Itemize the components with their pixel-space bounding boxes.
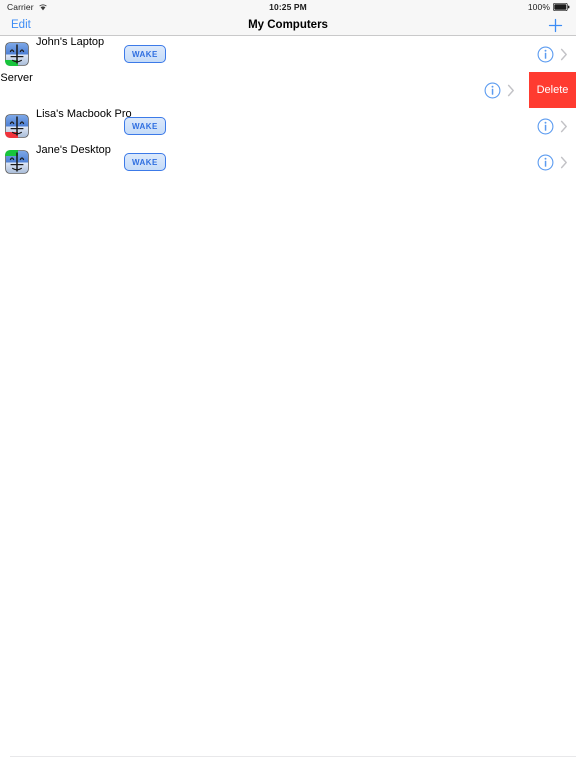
info-circle-icon[interactable] [484, 82, 501, 99]
chevron-right-icon [560, 120, 568, 133]
computers-list[interactable]: John's LaptopWAKES ServerDeleteLisa's Ma… [0, 36, 576, 768]
row-separator [10, 755, 576, 756]
empty-table-row [0, 216, 576, 252]
info-circle-icon[interactable] [537, 46, 554, 63]
empty-table-row [0, 576, 576, 612]
row-accessories [537, 36, 568, 72]
finder-face-icon [5, 114, 29, 138]
empty-table-row [0, 612, 576, 648]
add-computer-button[interactable] [544, 14, 566, 36]
computer-name-label: John's Laptop [36, 36, 105, 48]
empty-table-row [0, 432, 576, 468]
finder-face-icon [5, 150, 29, 174]
chevron-right-icon [560, 48, 568, 61]
wake-button[interactable]: WAKE [124, 117, 166, 135]
battery-full-icon [553, 3, 570, 11]
row-accessories [537, 108, 568, 144]
computer-name-label: Jane's Desktop [36, 144, 111, 156]
computer-name-label: Lisa's Macbook Pro [36, 108, 132, 120]
row-accessories [484, 72, 515, 108]
empty-table-row [0, 252, 576, 288]
empty-table-row [0, 180, 576, 216]
status-bar-time: 10:25 PM [269, 2, 307, 12]
status-bar: Carrier 10:25 PM 100% [0, 0, 576, 14]
empty-table-row [0, 360, 576, 396]
wake-button[interactable]: WAKE [124, 153, 166, 171]
table-row[interactable]: Lisa's Macbook Pro WAKE [0, 108, 576, 144]
row-content[interactable]: S Server [0, 72, 529, 108]
info-circle-icon[interactable] [537, 154, 554, 171]
empty-table-row [0, 648, 576, 684]
page-title: My Computers [248, 19, 328, 31]
table-row[interactable]: Jane's Desktop WAKE [0, 144, 576, 180]
info-circle-icon[interactable] [537, 118, 554, 135]
empty-table-row [0, 684, 576, 720]
status-bar-right: 100% [528, 2, 570, 12]
empty-table-row [0, 324, 576, 360]
empty-table-row [0, 540, 576, 576]
wake-button[interactable]: WAKE [124, 45, 166, 63]
empty-table-row [0, 288, 576, 324]
chevron-right-icon [507, 84, 515, 97]
app-root: Carrier 10:25 PM 100% Edit My Computers … [0, 0, 576, 768]
table-row[interactable]: John's Laptop WAKE [0, 36, 576, 72]
empty-table-row [0, 720, 576, 756]
row-accessories [537, 144, 568, 180]
empty-table-row [0, 468, 576, 504]
chevron-right-icon [560, 156, 568, 169]
table-row[interactable]: S Server Delete [0, 72, 576, 108]
empty-table-row [0, 504, 576, 540]
plus-icon [548, 18, 562, 32]
navigation-bar: Edit My Computers [0, 14, 576, 36]
delete-button[interactable]: Delete [529, 72, 576, 108]
battery-percent-label: 100% [527, 2, 550, 12]
empty-table-row [0, 396, 576, 432]
computer-name-label: S Server [0, 72, 33, 84]
finder-face-icon [5, 42, 29, 66]
